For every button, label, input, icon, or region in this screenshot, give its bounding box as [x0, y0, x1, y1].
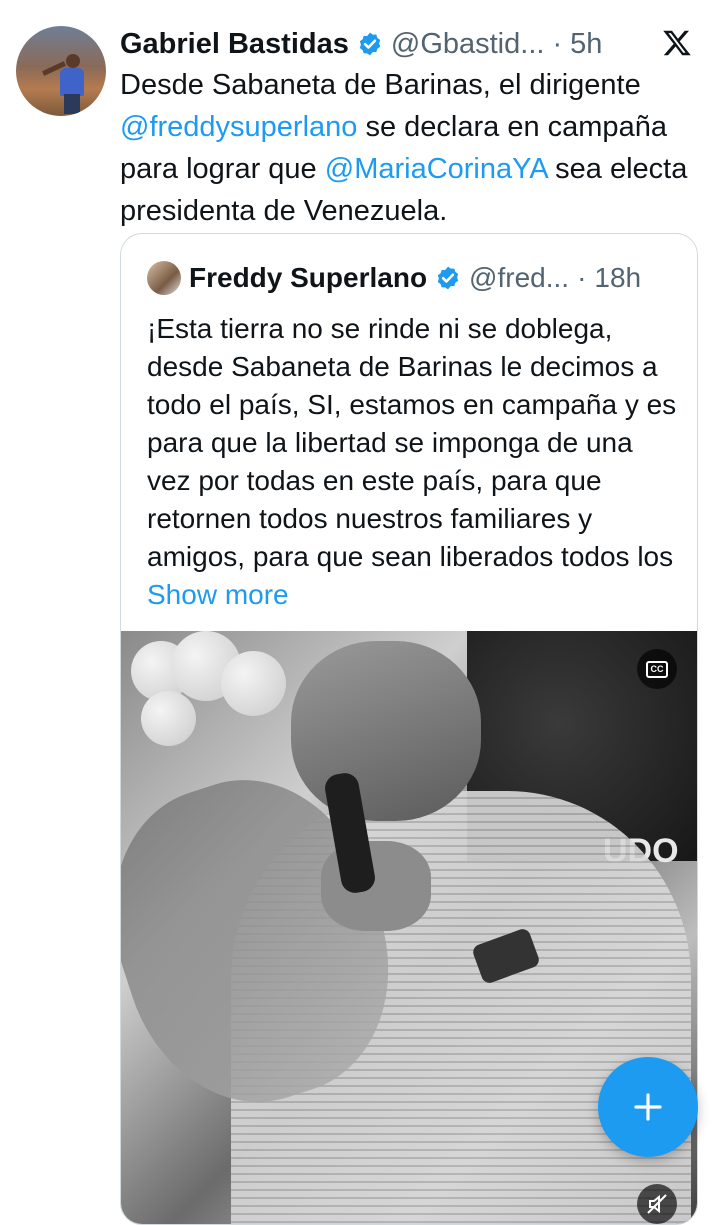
quoted-author-handle: @fred...	[469, 262, 570, 293]
quoted-text-body: ¡Esta tierra no se rinde ni se doblega, …	[147, 313, 677, 572]
mute-button[interactable]	[637, 1184, 677, 1224]
author-avatar[interactable]	[16, 26, 106, 116]
author-name[interactable]: Gabriel Bastidas	[120, 28, 349, 61]
mention-link[interactable]: @MariaCorinaYA	[325, 153, 547, 185]
verified-badge-icon	[437, 266, 459, 290]
speaker-head	[291, 641, 481, 821]
avatar-figure-body	[60, 68, 84, 96]
balloon	[141, 691, 196, 746]
quoted-author-avatar	[147, 261, 181, 295]
plus-icon	[634, 1093, 662, 1121]
quoted-tweet-text: ¡Esta tierra no se rinde ni se doblega, …	[147, 310, 677, 614]
quoted-tweet-time: 18h	[594, 262, 642, 293]
x-logo-icon[interactable]	[662, 28, 692, 58]
meta-separator: ·	[552, 27, 563, 60]
avatar-figure-legs	[64, 94, 80, 114]
mute-icon	[647, 1194, 667, 1214]
tweet-text-part: Desde Sabaneta de Barinas, el dirigente	[120, 69, 641, 101]
avatar-figure-head	[66, 54, 80, 68]
meta-separator: ·	[577, 262, 587, 293]
compose-button[interactable]	[598, 1057, 698, 1157]
tweet-time[interactable]: 5h	[570, 28, 602, 61]
show-more-link[interactable]: Show more	[147, 579, 289, 610]
quoted-author-name: Freddy Superlano	[189, 262, 428, 293]
author-handle[interactable]: @Gbastid...	[391, 28, 545, 61]
tweet-header: Gabriel Bastidas @Gbastid... · 5h	[120, 24, 602, 64]
captions-button[interactable]: CC	[637, 649, 677, 689]
balloon	[221, 651, 286, 716]
quoted-tweet-header: Freddy Superlano @fred... · 18h	[147, 258, 641, 298]
verified-badge-icon	[359, 32, 381, 56]
mention-link[interactable]: @freddysuperlano	[120, 111, 357, 143]
cc-icon: CC	[646, 660, 668, 678]
tweet-text: Desde Sabaneta de Barinas, el dirigente …	[120, 64, 700, 232]
